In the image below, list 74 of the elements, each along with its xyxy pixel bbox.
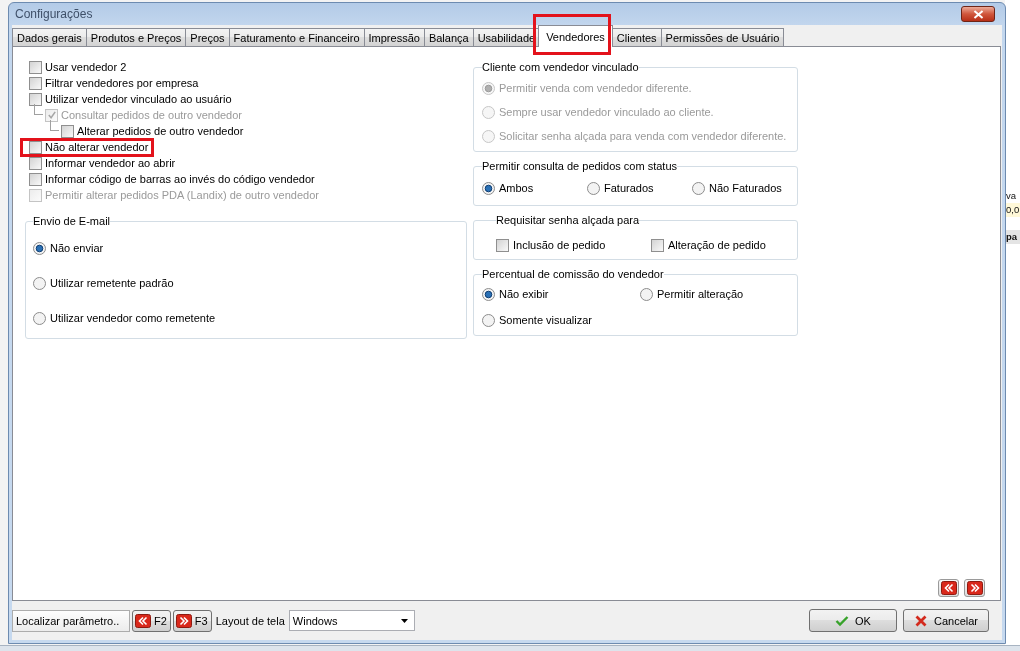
group-title: Cliente com vendedor vinculado bbox=[482, 61, 639, 74]
option-label: Não Faturados bbox=[709, 182, 782, 194]
tab[interactable]: Faturamento e Financeiro bbox=[228, 28, 365, 46]
field-label: Layout de tela bbox=[215, 614, 285, 627]
option-label: Permitir alterar pedidos PDA (Landix) de outro vendedor bbox=[45, 189, 319, 201]
option-label: Alterar pedidos de outro vendedor bbox=[77, 125, 244, 137]
shortcut-button[interactable]: F2 bbox=[132, 609, 171, 632]
tab[interactable]: Produtos e Preços bbox=[85, 28, 187, 46]
group-title: Percentual de comissão do vendedor bbox=[482, 268, 664, 281]
tree-connector bbox=[34, 104, 43, 115]
tab[interactable]: Balança bbox=[423, 28, 474, 46]
checkbox[interactable] bbox=[29, 172, 42, 186]
double-chevron-right-icon bbox=[966, 581, 983, 595]
option-label: Faturados bbox=[604, 182, 654, 194]
close-icon bbox=[972, 9, 984, 19]
option-label: Permitir alteração bbox=[657, 288, 744, 300]
radio-button[interactable] bbox=[33, 311, 46, 325]
tab[interactable]: Dados gerais bbox=[12, 28, 87, 46]
option-label: Solicitar senha alçada para venda com vendedor diferente. bbox=[499, 130, 787, 142]
radio-button[interactable] bbox=[33, 276, 46, 290]
tab[interactable]: Preços bbox=[185, 28, 230, 46]
tab[interactable]: Impressão bbox=[363, 28, 425, 46]
radio-button[interactable] bbox=[482, 181, 495, 195]
group-title: Permitir consulta de pedidos com status bbox=[482, 160, 678, 173]
double-chevron-right-icon bbox=[175, 613, 192, 628]
double-chevron-left-icon bbox=[940, 581, 957, 595]
option-label: Permitir venda com vendedor diferente. bbox=[499, 82, 692, 94]
tab[interactable]: Usabilidade bbox=[472, 28, 541, 46]
search-field[interactable]: Localizar parâmetro.. bbox=[12, 609, 130, 632]
checkbox[interactable] bbox=[651, 238, 664, 252]
background-text: va bbox=[1005, 189, 1018, 203]
radio-button[interactable] bbox=[587, 181, 600, 195]
group-title: Envio de E-mail bbox=[33, 215, 111, 228]
radio-button[interactable] bbox=[33, 241, 46, 255]
next-button[interactable] bbox=[964, 579, 985, 597]
tree-connector bbox=[50, 120, 59, 131]
tab[interactable]: Permissões de Usuário bbox=[660, 28, 785, 46]
option-label: Ambos bbox=[499, 182, 534, 194]
option-label: Somente visualizar bbox=[499, 314, 592, 326]
radio-button[interactable] bbox=[482, 313, 495, 327]
caret-icon bbox=[400, 618, 408, 623]
ok-button[interactable]: OK bbox=[809, 609, 897, 632]
option-label: Informar vendedor ao abrir bbox=[45, 157, 176, 169]
cancel-button[interactable]: Cancelar bbox=[903, 609, 989, 632]
option-label: Filtrar vendedores por empresa bbox=[45, 77, 199, 89]
checkbox[interactable] bbox=[29, 76, 42, 90]
radio-button[interactable] bbox=[692, 181, 705, 195]
cross-icon bbox=[914, 614, 928, 627]
checkbox[interactable] bbox=[496, 238, 509, 252]
window-title: Configurações bbox=[15, 7, 93, 21]
radio-button[interactable] bbox=[482, 287, 495, 301]
previous-button[interactable] bbox=[938, 579, 959, 597]
option-label: Usar vendedor 2 bbox=[45, 61, 127, 73]
checkbox[interactable] bbox=[29, 92, 42, 106]
option-label: Não alterar vendedor bbox=[45, 141, 149, 153]
radio-button[interactable] bbox=[640, 287, 653, 301]
option-label: Utilizar vendedor como remetente bbox=[50, 312, 216, 324]
check-icon bbox=[835, 614, 850, 627]
option-label: Informar código de barras ao invés do código vendedor bbox=[45, 173, 315, 185]
option-label: Utilizar vendedor vinculado ao usuário bbox=[45, 93, 232, 105]
option-label: Não exibir bbox=[499, 288, 549, 300]
double-chevron-left-icon bbox=[135, 613, 151, 628]
option-label: Inclusão de pedido bbox=[513, 239, 606, 251]
option-label: Não enviar bbox=[50, 242, 104, 254]
close-button[interactable] bbox=[961, 6, 995, 22]
option-label: Alteração de pedido bbox=[668, 239, 766, 251]
tab[interactable]: Clientes bbox=[611, 28, 662, 46]
layout-dropdown[interactable]: Windows bbox=[288, 610, 415, 631]
shortcut-button[interactable]: F3 bbox=[172, 609, 212, 632]
option-label: Consultar pedidos de outro vendedor bbox=[61, 109, 242, 121]
option-label: Sempre usar vendedor vinculado ao cliente. bbox=[499, 106, 714, 118]
option-label: Utilizar remetente padrão bbox=[50, 277, 174, 289]
group-title: Requisitar senha alçada para bbox=[496, 214, 640, 227]
checkbox[interactable] bbox=[29, 60, 42, 74]
